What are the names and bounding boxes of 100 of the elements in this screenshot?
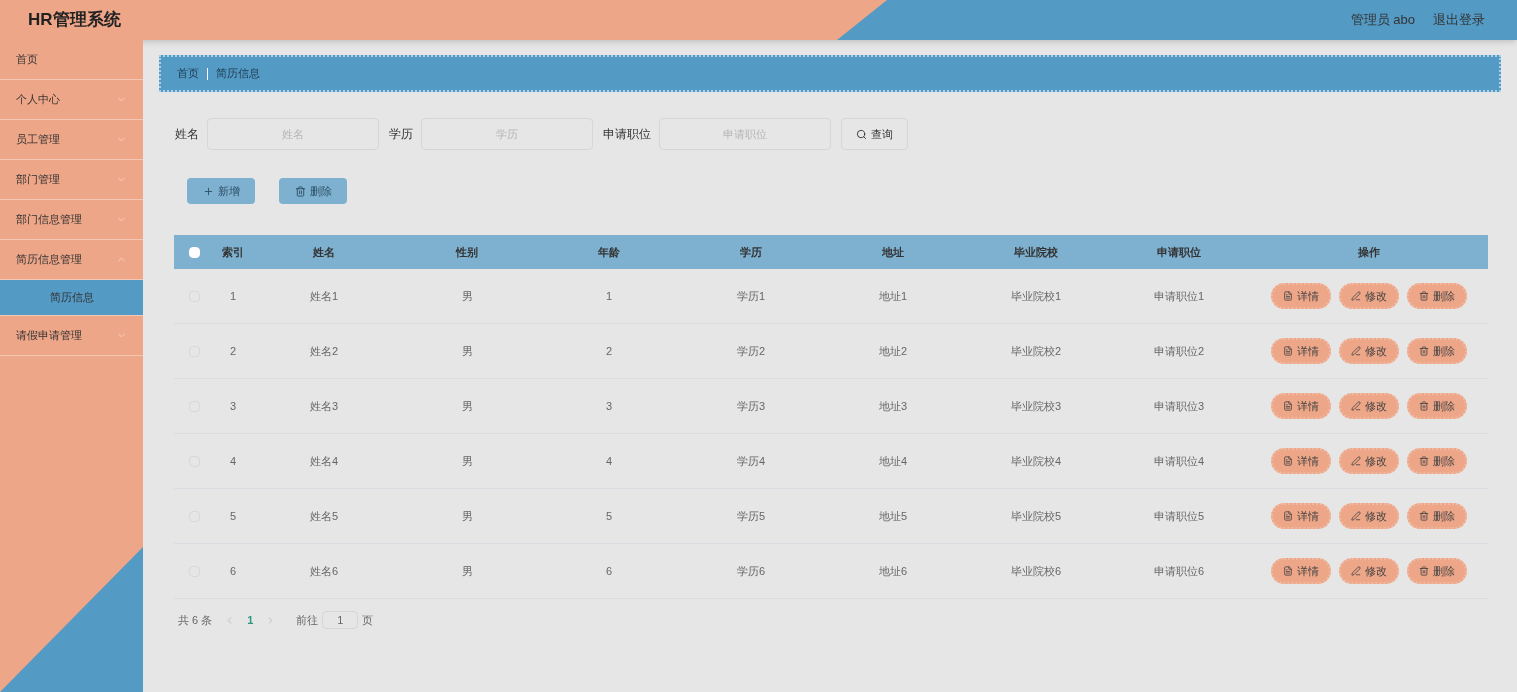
column-header: 毕业院校 [1014,245,1058,258]
document-icon [1283,566,1293,576]
column-header: 申请职位 [1157,245,1201,258]
table-cell: 2 [229,344,237,357]
trash-icon [1419,456,1429,466]
trash-icon [1419,346,1429,356]
table-cell: 男 [461,399,473,412]
column-header: 学历 [740,245,762,258]
page-number[interactable]: 1 [247,611,254,629]
table-cell: 1 [229,289,237,302]
table-cell: 男 [461,289,473,302]
table-cell: 地址6 [878,564,908,577]
delete-button[interactable]: 删除 [279,178,347,204]
pen-icon [1351,511,1361,521]
table-cell: 地址5 [878,509,908,522]
table-cell: 姓名4 [309,454,339,467]
delete-button[interactable]: 删除 [1407,338,1467,364]
delete-button[interactable]: 删除 [1407,448,1467,474]
table-cell: 地址3 [878,399,908,412]
goto-label: 前往 [296,612,319,628]
table-cell: 学历1 [736,289,766,302]
table-cell: 地址1 [878,289,908,302]
table-cell: 5 [605,509,613,522]
table-cell: 1 [605,289,613,302]
edit-button[interactable]: 修改 [1339,393,1399,419]
column-header: 操作 [1358,245,1380,258]
detail-button[interactable]: 详情 [1271,503,1331,529]
total-count: 共 6 条 [178,612,213,628]
table-cell: 学历2 [736,344,766,357]
table-cell: 3 [605,399,613,412]
column-header: 姓名 [313,245,335,258]
table-cell: 毕业院校4 [1010,454,1062,467]
edit-button[interactable]: 修改 [1339,338,1399,364]
table-cell: 男 [461,564,473,577]
logout-link[interactable]: 退出登录 [1433,10,1485,30]
pen-icon [1351,291,1361,301]
edit-button[interactable]: 修改 [1339,448,1399,474]
page-suffix: 页 [362,612,374,628]
table-cell: 6 [229,564,237,577]
table-cell: 地址4 [878,454,908,467]
table-cell: 5 [229,509,237,522]
delete-button[interactable]: 删除 [1407,558,1467,584]
user-name: 管理员 abo [1350,11,1415,30]
table-cell: 4 [605,454,613,467]
delete-button[interactable]: 删除 [1407,393,1467,419]
detail-button[interactable]: 详情 [1271,283,1331,309]
table-cell: 男 [461,344,473,357]
field-label: 姓名 [175,126,199,143]
pen-icon [1351,401,1361,411]
table-cell: 男 [461,454,473,467]
table-cell: 3 [229,399,237,412]
table-cell: 申请职位3 [1153,399,1205,412]
edit-button[interactable]: 修改 [1339,503,1399,529]
header-checkbox[interactable] [188,246,200,258]
table-cell: 4 [229,454,237,467]
trash-icon [294,185,306,197]
field-label: 申请职位 [603,126,651,143]
detail-button[interactable]: 详情 [1271,448,1331,474]
search-icon [856,128,867,140]
detail-button[interactable]: 详情 [1271,338,1331,364]
document-icon [1283,291,1293,301]
column-header: 地址 [882,245,904,258]
table-cell: 学历6 [736,564,766,577]
table-cell: 申请职位5 [1153,509,1205,522]
table-cell: 姓名6 [309,564,339,577]
delete-button[interactable]: 删除 [1407,503,1467,529]
table-cell: 毕业院校5 [1010,509,1062,522]
column-header: 年龄 [598,245,620,258]
table-cell: 姓名3 [309,399,339,412]
trash-icon [1419,401,1429,411]
search-button[interactable]: 查询 [841,118,908,150]
pen-icon [1351,346,1361,356]
table-cell: 学历5 [736,509,766,522]
trash-icon [1419,291,1429,301]
table-cell: 毕业院校1 [1010,289,1062,302]
table-cell: 毕业院校2 [1010,344,1062,357]
detail-button[interactable]: 详情 [1271,393,1331,419]
pen-icon [1351,456,1361,466]
table-cell: 申请职位2 [1153,344,1205,357]
sidebar-subitem[interactable]: 简历信息 [0,280,143,316]
table-cell: 6 [605,564,613,577]
table-cell: 姓名1 [309,289,339,302]
table-cell: 申请职位1 [1153,289,1205,302]
field-label: 学历 [389,126,413,143]
document-icon [1283,456,1293,466]
table-cell: 学历3 [736,399,766,412]
edit-button[interactable]: 修改 [1339,283,1399,309]
table-cell: 地址2 [878,344,908,357]
table-cell: 姓名2 [309,344,339,357]
breadcrumb-item[interactable]: 简历信息 [216,65,260,82]
edit-button[interactable]: 修改 [1339,558,1399,584]
add-button[interactable]: 新增 [187,178,255,204]
table-cell: 申请职位4 [1153,454,1205,467]
table-cell: 学历4 [736,454,766,467]
detail-button[interactable]: 详情 [1271,558,1331,584]
table-cell: 毕业院校6 [1010,564,1062,577]
table-cell: 姓名5 [309,509,339,522]
page-input[interactable]: 1 [322,611,359,629]
breadcrumb-item[interactable]: 首页 [177,65,199,82]
delete-button[interactable]: 删除 [1407,283,1467,309]
